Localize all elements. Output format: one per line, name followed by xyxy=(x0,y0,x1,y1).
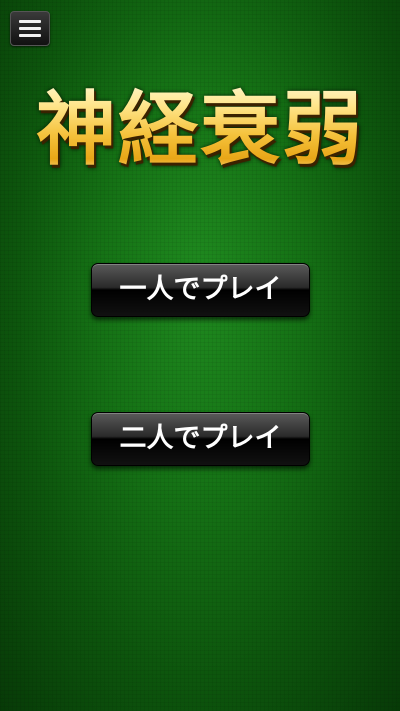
hamburger-menu-icon-bar xyxy=(19,27,41,30)
menu-button[interactable] xyxy=(10,11,50,46)
one-player-button[interactable]: 一人でプレイ xyxy=(91,263,310,317)
hamburger-menu-icon xyxy=(19,20,41,23)
game-screen: 神経衰弱 一人でプレイ 二人でプレイ xyxy=(0,0,400,711)
two-player-button[interactable]: 二人でプレイ xyxy=(91,412,310,466)
game-title: 神経衰弱 xyxy=(0,82,400,178)
hamburger-menu-icon-bar xyxy=(19,34,41,37)
